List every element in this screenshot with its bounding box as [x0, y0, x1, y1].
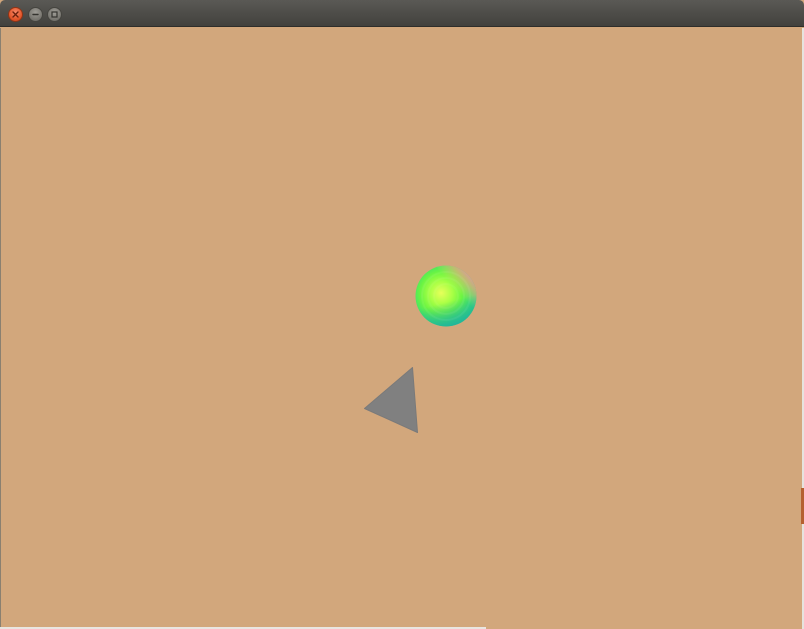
minimize-button[interactable] — [28, 7, 43, 22]
application-window — [0, 0, 804, 629]
scene-viewport — [364, 265, 477, 433]
title-bar[interactable] — [0, 0, 804, 27]
maximize-button[interactable] — [47, 7, 62, 22]
close-icon — [12, 11, 19, 18]
gray-triangle — [364, 367, 418, 433]
rainbow-sphere — [415, 265, 477, 327]
maximize-icon — [51, 11, 58, 18]
render-canvas[interactable] — [1, 28, 802, 629]
minimize-icon — [32, 13, 39, 16]
close-button[interactable] — [8, 7, 23, 22]
